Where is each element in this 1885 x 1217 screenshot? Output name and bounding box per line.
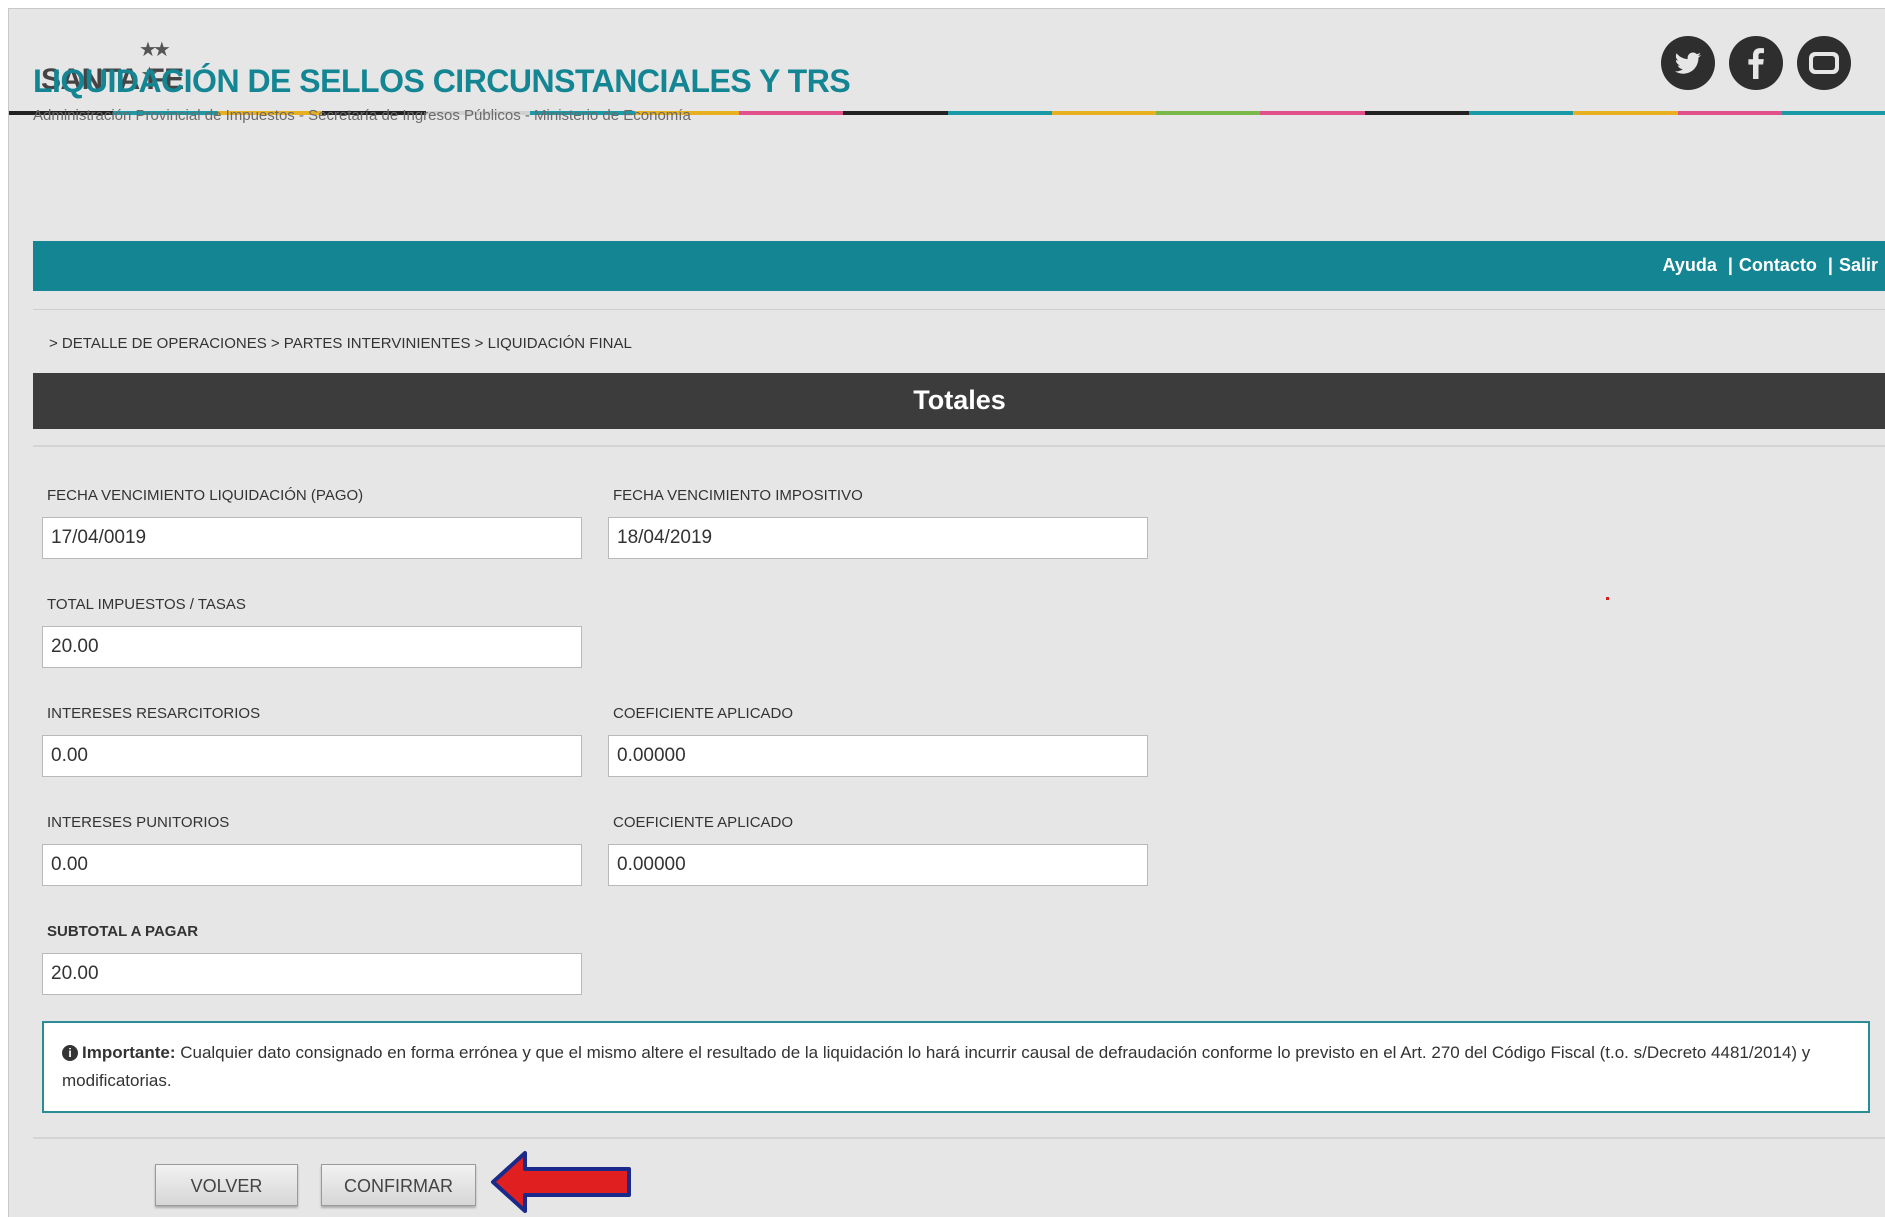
divider [33, 1137, 1885, 1139]
stripe-segment [1260, 111, 1365, 115]
label-intereses-punitorios: INTERESES PUNITORIOS [47, 814, 230, 831]
nav-links: Ayuda | Contacto | Salir [1663, 255, 1879, 276]
divider [33, 445, 1885, 447]
notice-text: Cualquier dato consignado en forma errón… [62, 1043, 1811, 1090]
divider [33, 309, 1885, 310]
confirmar-button[interactable]: CONFIRMAR [321, 1164, 476, 1206]
label-coeficiente-resarcitorios: COEFICIENTE APLICADO [613, 705, 794, 722]
stripe-segment [1781, 111, 1885, 115]
stripe-segment [1051, 111, 1157, 115]
red-arrow-annotation [491, 1151, 631, 1213]
stray-mark [1606, 597, 1609, 600]
nav-separator: | [1827, 255, 1833, 275]
page-frame: ★★ ★ SANTA FE LIQUIDACIÓN DE SELLOS CIRC… [8, 8, 1885, 1217]
breadcrumb: > DETALLE DE OPERACIONES > PARTES INTERV… [49, 335, 632, 352]
info-icon: i [62, 1045, 78, 1061]
facebook-icon[interactable] [1729, 36, 1783, 90]
label-coeficiente-punitorios: COEFICIENTE APLICADO [613, 814, 794, 831]
important-notice: i Importante: Cualquier dato consignado e… [42, 1021, 1870, 1113]
nav-link-ayuda[interactable]: Ayuda [1663, 255, 1717, 275]
intereses-resarcitorios-field[interactable] [42, 735, 582, 777]
label-fecha-vencimiento-liquidacion: FECHA VENCIMIENTO LIQUIDACIÓN (PAGO) [47, 487, 364, 504]
section-title: Totales [913, 385, 1006, 415]
fecha-vencimiento-impositivo-field[interactable] [608, 517, 1148, 559]
section-header: Totales [33, 373, 1885, 429]
stripe-segment [947, 111, 1052, 115]
label-subtotal-a-pagar: SUBTOTAL A PAGAR [47, 923, 199, 940]
nav-link-contacto[interactable]: Contacto [1739, 255, 1817, 275]
twitter-icon[interactable] [1661, 36, 1715, 90]
stripe-segment [1364, 111, 1469, 115]
youtube-icon[interactable] [1797, 36, 1851, 90]
label-fecha-vencimiento-impositivo: FECHA VENCIMIENTO IMPOSITIVO [613, 487, 863, 504]
coeficiente-resarcitorios-field[interactable] [608, 735, 1148, 777]
stripe-segment [738, 111, 844, 115]
stripe-segment [1573, 111, 1678, 115]
page-subtitle: Administración Provincial de Impuestos -… [33, 107, 691, 124]
total-impuestos-field[interactable] [42, 626, 582, 668]
label-intereses-resarcitorios: INTERESES RESARCITORIOS [47, 705, 261, 722]
subtotal-a-pagar-field[interactable] [42, 953, 582, 995]
page-title: LIQUIDACIÓN DE SELLOS CIRCUNSTANCIALES Y… [33, 63, 851, 99]
volver-button[interactable]: VOLVER [155, 1164, 298, 1206]
stripe-segment [1156, 111, 1261, 115]
stripe-segment [1468, 111, 1574, 115]
stripe-segment [843, 111, 948, 115]
nav-link-salir[interactable]: Salir [1839, 255, 1878, 275]
top-navbar: Ayuda | Contacto | Salir [33, 241, 1885, 291]
intereses-punitorios-field[interactable] [42, 844, 582, 886]
notice-emphasis: Importante: [82, 1043, 176, 1062]
coeficiente-punitorios-field[interactable] [608, 844, 1148, 886]
fecha-vencimiento-liquidacion-field[interactable] [42, 517, 582, 559]
label-total-impuestos: TOTAL IMPUESTOS / TASAS [47, 596, 246, 613]
nav-separator: | [1727, 255, 1733, 275]
stripe-segment [1677, 111, 1782, 115]
